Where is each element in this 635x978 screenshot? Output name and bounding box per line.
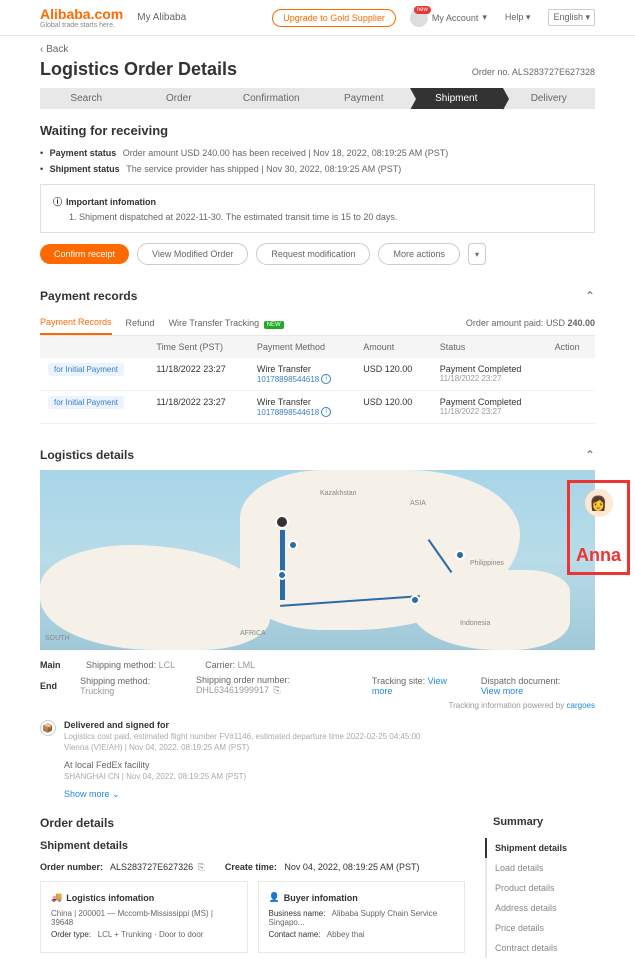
- info-item: 1. Shipment dispatched at 2022-11-30. Th…: [69, 212, 582, 222]
- step-search: Search: [40, 88, 133, 109]
- my-alibaba-link[interactable]: My Alibaba: [137, 12, 186, 23]
- summary-nav: Shipment details Load details Product de…: [485, 838, 595, 958]
- step-order: Order: [133, 88, 226, 109]
- summary-item-load[interactable]: Load details: [487, 858, 595, 878]
- summary-item-price[interactable]: Price details: [487, 918, 595, 938]
- payment-table: Time Sent (PST) Payment Method Amount St…: [40, 336, 595, 424]
- info-icon[interactable]: i: [321, 374, 331, 384]
- copy-icon[interactable]: ⎘: [198, 862, 205, 872]
- table-row: for Initial Payment 11/18/2022 23:27 Wir…: [40, 391, 595, 424]
- anna-label: Anna: [576, 545, 621, 566]
- order-details-title: Order details: [40, 816, 465, 830]
- table-row: for Initial Payment 11/18/2022 23:27 Wir…: [40, 358, 595, 391]
- new-badge: NEW: [264, 321, 284, 329]
- shipment-status-row: Shipment status The service provider has…: [40, 164, 595, 174]
- help-link[interactable]: Help ▾: [501, 10, 535, 25]
- top-header: Alibaba.com Global trade starts here. My…: [0, 0, 635, 36]
- account-menu[interactable]: new My Account ▾: [410, 9, 487, 27]
- waiting-title: Waiting for receiving: [40, 123, 595, 138]
- show-more-link[interactable]: Show more ⌄: [64, 789, 120, 800]
- step-delivery: Delivery: [503, 88, 596, 109]
- logistics-info-card: 🚚 Logistics infomation China | 200001 — …: [40, 881, 248, 953]
- progress-steps: Search Order Confirmation Payment Shipme…: [40, 88, 595, 109]
- step-confirmation: Confirmation: [225, 88, 318, 109]
- back-link[interactable]: ‹ Back: [40, 44, 68, 55]
- info-icon[interactable]: i: [321, 407, 331, 417]
- collapse-icon[interactable]: ⌃: [585, 448, 595, 462]
- logistics-title: Logistics details: [40, 448, 134, 462]
- payment-tag: for Initial Payment: [48, 396, 124, 409]
- dispatch-link[interactable]: View more: [481, 686, 523, 696]
- map-marker[interactable]: [455, 550, 465, 560]
- summary-item-product[interactable]: Product details: [487, 878, 595, 898]
- avatar: new: [410, 9, 428, 27]
- tab-refund[interactable]: Refund: [126, 312, 155, 334]
- map-marker[interactable]: [288, 540, 298, 550]
- more-actions-dropdown[interactable]: ▾: [468, 243, 486, 265]
- more-actions-button[interactable]: More actions: [378, 243, 460, 265]
- summary-item-address[interactable]: Address details: [487, 898, 595, 918]
- powered-by: Tracking information powered by cargoes: [449, 701, 595, 710]
- summary-item-shipment[interactable]: Shipment details: [485, 838, 595, 858]
- delivered-title: Delivered and signed for: [64, 720, 595, 730]
- shipment-details-heading: Shipment details: [40, 840, 465, 852]
- new-badge: new: [414, 6, 431, 14]
- waiting-section: Waiting for receiving Payment status Ord…: [40, 123, 595, 265]
- logo[interactable]: Alibaba.com Global trade starts here.: [40, 6, 123, 29]
- info-icon: ⓘ: [53, 195, 62, 208]
- step-payment: Payment: [318, 88, 411, 109]
- request-modification-button[interactable]: Request modification: [256, 243, 370, 265]
- account-label: My Account: [432, 13, 479, 23]
- person-icon: 👤: [269, 892, 280, 903]
- logistics-map[interactable]: Kazakhstan ASIA AFRICA Philippines Indon…: [40, 470, 595, 650]
- upgrade-button[interactable]: Upgrade to Gold Supplier: [272, 9, 396, 27]
- payment-records-section: Payment records ⌃ Payment Records Refund…: [40, 281, 595, 424]
- tab-payment-records[interactable]: Payment Records: [40, 311, 112, 335]
- order-number-display: Order no. ALS283727E627328: [472, 67, 595, 77]
- truck-icon: 🚚: [51, 892, 62, 903]
- important-info-box: ⓘ Important infomation 1. Shipment dispa…: [40, 184, 595, 233]
- payment-tag: for Initial Payment: [48, 363, 124, 376]
- package-icon: 📦: [40, 720, 56, 736]
- step-shipment: Shipment: [410, 88, 503, 109]
- confirm-receipt-button[interactable]: Confirm receipt: [40, 244, 129, 264]
- tab-wire-transfer[interactable]: Wire Transfer Tracking NEW: [169, 312, 284, 334]
- chevron-down-icon: ▾: [482, 12, 487, 23]
- payment-records-title: Payment records: [40, 289, 137, 303]
- language-select[interactable]: English ▾: [548, 9, 595, 26]
- amount-paid: Order amount paid: USD 240.00: [466, 318, 595, 328]
- map-marker[interactable]: [275, 515, 289, 529]
- map-marker[interactable]: [277, 570, 287, 580]
- map-marker[interactable]: [410, 595, 420, 605]
- summary-item-contract[interactable]: Contract details: [487, 938, 595, 958]
- logistics-section: Logistics details ⌃ Kazakhstan ASIA AFRI…: [40, 440, 595, 800]
- anna-avatar-icon: 👩: [585, 489, 613, 517]
- copy-icon[interactable]: ⎘: [274, 685, 281, 695]
- page-title: Logistics Order Details: [40, 59, 237, 80]
- buyer-info-card: 👤 Buyer infomation Business name: Alibab…: [258, 881, 466, 953]
- payment-status-row: Payment status Order amount USD 240.00 h…: [40, 148, 595, 158]
- summary-title: Summary: [485, 816, 595, 828]
- view-modified-order-button[interactable]: View Modified Order: [137, 243, 248, 265]
- logo-text: Alibaba.com: [40, 6, 123, 22]
- anna-assistant[interactable]: 👩 Anna: [567, 480, 630, 575]
- logo-tagline: Global trade starts here.: [40, 22, 123, 29]
- collapse-icon[interactable]: ⌃: [585, 289, 595, 303]
